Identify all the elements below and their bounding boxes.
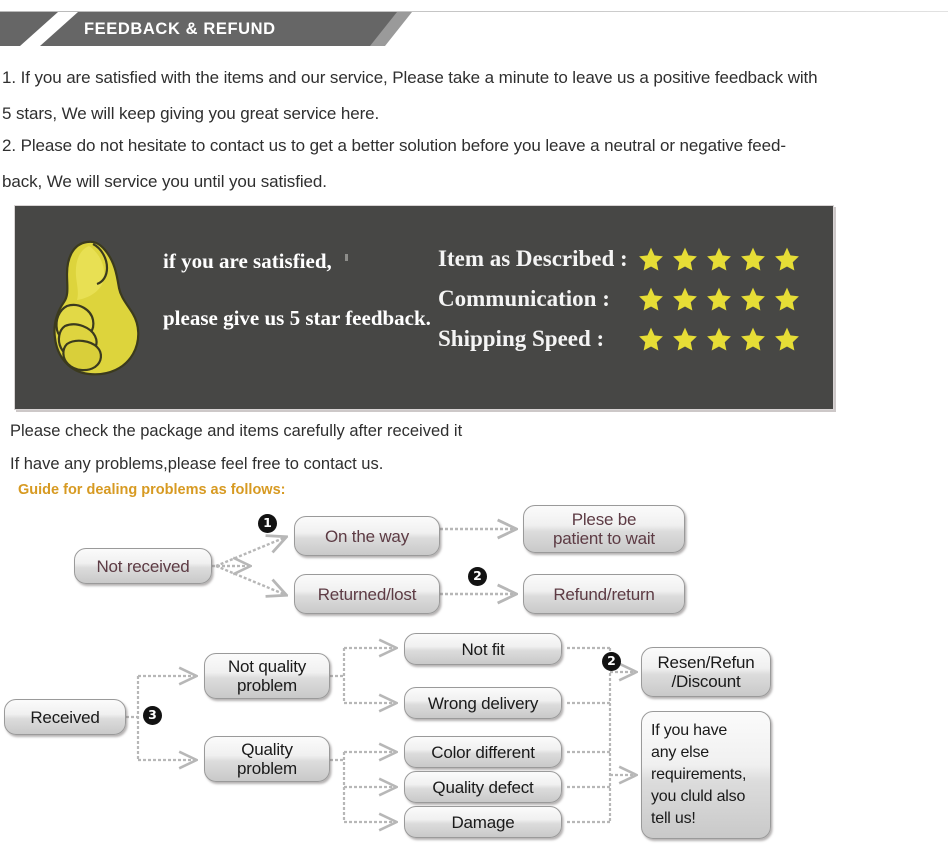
star-icon bbox=[639, 287, 663, 311]
flow-box-quality-problem[interactable]: Quality problem bbox=[204, 736, 330, 782]
star-icon bbox=[673, 327, 697, 351]
star-icon bbox=[741, 247, 765, 271]
star-icon bbox=[639, 327, 663, 351]
panel-satisfied-text: if you are satisfied, bbox=[163, 249, 332, 273]
flow-box-resend-refund-discount[interactable]: Resen/Refun /Discount bbox=[641, 647, 771, 697]
page-title: FEEDBACK & REFUND bbox=[84, 20, 276, 38]
resend-refund-line-2: /Discount bbox=[671, 672, 741, 691]
star-icon bbox=[741, 287, 765, 311]
flow-box-not-fit[interactable]: Not fit bbox=[404, 633, 562, 665]
page-header-banner: FEEDBACK & REFUND bbox=[0, 0, 948, 48]
flow-box-please-be-patient[interactable]: Plese be patient to wait bbox=[523, 505, 685, 553]
flow-box-wrong-delivery[interactable]: Wrong delivery bbox=[404, 687, 562, 719]
flow-box-not-quality-problem[interactable]: Not quality problem bbox=[204, 653, 330, 699]
thumbs-up-icon bbox=[53, 240, 140, 376]
quality-problem-line-2: problem bbox=[236, 759, 298, 778]
feedback-rating-panel: if you are satisfied, please give us 5 s… bbox=[14, 205, 834, 410]
star-icon bbox=[775, 287, 799, 311]
policy-item-2: 2. Please do not hesitate to contact us … bbox=[2, 128, 946, 200]
guide-title: Guide for dealing problems as follows: bbox=[18, 482, 286, 498]
rating-stars-communication bbox=[638, 286, 800, 312]
other-requirements-line-3: requirements, bbox=[651, 766, 747, 783]
flow-box-quality-defect[interactable]: Quality defect bbox=[404, 771, 562, 803]
rating-label-communication: Communication : bbox=[438, 286, 610, 311]
flow-box-damage[interactable]: Damage bbox=[404, 806, 562, 838]
flow-box-not-received[interactable]: Not received bbox=[74, 548, 212, 584]
badge-step-1: 1 bbox=[258, 514, 277, 533]
note-contact-us: If have any problems,please feel free to… bbox=[10, 455, 384, 473]
star-icon bbox=[741, 327, 765, 351]
resend-refund-line-1: Resen/Refun bbox=[657, 653, 755, 672]
star-icon bbox=[707, 247, 731, 271]
policy-item-2-line-2: back, We will service you until you sati… bbox=[2, 172, 327, 191]
other-requirements-line-5: tell us! bbox=[651, 810, 696, 827]
rating-rows: Item as Described : Communication : Ship… bbox=[438, 239, 838, 359]
panel-feedback-text: please give us 5 star feedback. bbox=[163, 306, 431, 330]
badge-step-2-not-received: 2 bbox=[468, 567, 487, 586]
rating-stars-item-as-described bbox=[638, 246, 800, 272]
flow-box-received[interactable]: Received bbox=[4, 699, 126, 735]
star-icon bbox=[673, 247, 697, 271]
please-be-patient-line-1: Plese be bbox=[571, 510, 637, 529]
flow-box-color-different[interactable]: Color different bbox=[404, 736, 562, 768]
badge-step-2-received: 2 bbox=[602, 652, 621, 671]
rating-label-item-as-described: Item as Described : bbox=[438, 246, 628, 271]
flow-box-returned-lost[interactable]: Returned/lost bbox=[294, 574, 440, 614]
please-be-patient-line-2: patient to wait bbox=[553, 529, 655, 548]
star-icon bbox=[707, 327, 731, 351]
star-icon bbox=[639, 247, 663, 271]
not-quality-problem-line-2: problem bbox=[236, 676, 298, 695]
badge-step-3: 3 bbox=[143, 706, 162, 725]
flow-box-other-requirements[interactable]: If you have any else requirements, you c… bbox=[641, 711, 771, 839]
note-check-package: Please check the package and items caref… bbox=[10, 422, 463, 440]
rating-stars-shipping-speed bbox=[638, 326, 800, 352]
other-requirements-line-1: If you have bbox=[651, 722, 728, 739]
other-requirements-line-2: any else bbox=[651, 744, 709, 761]
panel-artifact bbox=[345, 254, 348, 261]
quality-problem-line-1: Quality bbox=[241, 740, 293, 759]
policy-item-1-line-2: 5 stars, We will keep giving you great s… bbox=[2, 104, 380, 123]
rating-label-shipping-speed: Shipping Speed : bbox=[438, 326, 605, 351]
rating-row: Communication : bbox=[438, 279, 838, 319]
star-icon bbox=[673, 287, 697, 311]
policy-item-1: 1. If you are satisfied with the items a… bbox=[2, 60, 946, 132]
other-requirements-line-4: you cluld also bbox=[651, 788, 746, 805]
star-icon bbox=[775, 247, 799, 271]
not-quality-problem-line-1: Not quality bbox=[227, 657, 307, 676]
rating-row: Item as Described : bbox=[438, 239, 838, 279]
star-icon bbox=[775, 327, 799, 351]
star-icon bbox=[707, 287, 731, 311]
policy-item-2-line-1: 2. Please do not hesitate to contact us … bbox=[2, 136, 786, 155]
flow-box-on-the-way[interactable]: On the way bbox=[294, 516, 440, 556]
rating-row: Shipping Speed : bbox=[438, 319, 838, 359]
policy-item-1-line-1: 1. If you are satisfied with the items a… bbox=[2, 68, 818, 87]
flow-box-refund-return[interactable]: Refund/return bbox=[523, 574, 685, 614]
